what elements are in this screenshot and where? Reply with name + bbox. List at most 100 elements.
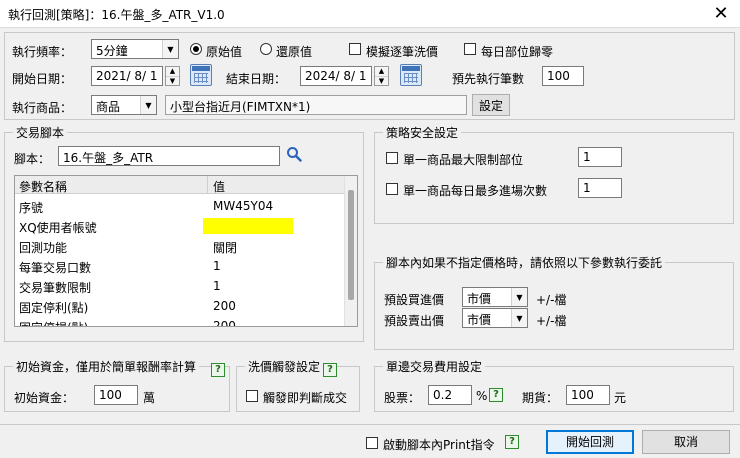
col-header-value: 值 <box>213 180 226 194</box>
capital-value: 100 <box>99 388 122 402</box>
scrollbar-thumb[interactable] <box>348 190 354 300</box>
param-value: 1 <box>213 279 221 293</box>
bars-label: 預先執行筆數 <box>452 72 525 86</box>
print-checkbox[interactable] <box>366 437 378 449</box>
cancel-button[interactable]: 取消 <box>642 430 730 454</box>
radio-original-label: 原始值 <box>206 45 243 59</box>
param-name: XQ使用者帳號 <box>19 221 97 235</box>
capital-label: 初始資金： <box>14 391 75 405</box>
buy-price-select[interactable]: 市價 ▼ <box>462 287 528 307</box>
chevron-down-icon: ▼ <box>140 96 156 114</box>
max-entries-value: 1 <box>583 181 591 195</box>
bars-field[interactable]: 100 <box>542 66 584 86</box>
safety-group: 策略安全設定 <box>374 124 734 224</box>
table-row[interactable]: 固定停損(點) 200 <box>15 316 345 327</box>
freq-value: 5分鐘 <box>96 44 128 58</box>
start-backtest-button[interactable]: 開始回測 <box>546 430 634 454</box>
stock-fee-field[interactable]: 0.2 <box>428 385 472 405</box>
product-field[interactable]: 小型台指近月(FIMTXN*1) <box>165 95 467 115</box>
param-name: 固定停損(點) <box>19 319 88 326</box>
stock-fee-unit: % <box>476 389 488 403</box>
product-label: 執行商品： <box>12 101 73 115</box>
order-group-title: 腳本內如果不指定價格時，請依照以下參數執行委託 <box>386 256 663 270</box>
max-position-field[interactable]: 1 <box>578 147 622 167</box>
start-date-value: 2021/ 8/ 1 <box>96 69 158 83</box>
capital-field[interactable]: 100 <box>94 385 138 405</box>
stock-fee-label: 股票： <box>384 391 421 405</box>
futures-fee-value: 100 <box>571 388 594 402</box>
calendar-icon[interactable] <box>190 64 212 86</box>
buy-unit: +/-檔 <box>536 293 567 307</box>
calendar-icon[interactable] <box>400 64 422 86</box>
bars-value: 100 <box>547 69 570 83</box>
wash-group-title: 洗價觸發設定 <box>248 360 321 374</box>
product-value: 小型台指近月(FIMTXN*1) <box>170 100 311 114</box>
buy-price-label: 預設買進價 <box>384 293 445 307</box>
end-date-value: 2024/ 8/ 1 <box>305 69 367 83</box>
spin-up-icon[interactable]: ▲ <box>375 67 388 77</box>
max-entries-label: 單一商品每日最多進場次數 <box>403 184 548 198</box>
sell-unit: +/-檔 <box>536 314 567 328</box>
help-icon[interactable]: ? <box>505 435 519 449</box>
freq-label: 執行頻率： <box>12 45 73 59</box>
table-row[interactable]: 回測功能 關閉 <box>15 236 345 256</box>
product-type-value: 商品 <box>96 100 121 114</box>
script-field[interactable]: 16.午盤_多_ATR <box>58 146 280 166</box>
spin-down-icon[interactable]: ▼ <box>375 77 388 86</box>
help-icon[interactable]: ? <box>211 363 225 377</box>
footer-divider <box>0 424 740 425</box>
param-value: 1 <box>213 259 221 273</box>
param-name: 回測功能 <box>19 241 68 255</box>
script-label: 腳本： <box>14 152 51 166</box>
search-icon[interactable] <box>286 146 302 162</box>
table-row[interactable]: 交易筆數限制 1 <box>15 276 345 296</box>
table-row[interactable]: XQ使用者帳號 <box>15 216 345 236</box>
fee-group-title: 單邊交易費用設定 <box>386 360 483 374</box>
table-scrollbar[interactable] <box>344 176 357 326</box>
chevron-down-icon: ▼ <box>162 40 178 58</box>
wash-trigger-checkbox[interactable] <box>246 390 258 402</box>
max-position-checkbox[interactable] <box>386 152 398 164</box>
simulate-checkbox[interactable] <box>349 43 361 55</box>
script-value: 16.午盤_多_ATR <box>63 151 154 165</box>
daily-reset-checkbox[interactable] <box>464 43 476 55</box>
max-entries-field[interactable]: 1 <box>578 178 622 198</box>
start-date-stepper[interactable]: ▲ ▼ <box>165 66 180 86</box>
window-title: 執行回測[策略]：16.午盤_多_ATR_V1.0 <box>8 8 225 22</box>
table-row[interactable]: 序號 MW45Y04 <box>15 196 345 216</box>
buy-price-value: 市價 <box>467 292 492 306</box>
param-name: 序號 <box>19 201 44 215</box>
param-value: 關閉 <box>213 241 238 255</box>
sell-price-label: 預設賣出價 <box>384 314 445 328</box>
end-date-field[interactable]: 2024/ 8/ 1 <box>300 66 372 86</box>
table-row[interactable]: 每筆交易口數 1 <box>15 256 345 276</box>
help-icon[interactable]: ? <box>489 388 503 402</box>
spin-down-icon[interactable]: ▼ <box>166 77 179 86</box>
end-date-stepper[interactable]: ▲ ▼ <box>374 66 389 86</box>
sell-price-select[interactable]: 市價 ▼ <box>462 308 528 328</box>
radio-restore[interactable] <box>260 43 272 55</box>
param-name: 固定停利(點) <box>19 301 89 315</box>
stock-fee-value: 0.2 <box>433 388 453 402</box>
safety-group-title: 策略安全設定 <box>386 126 459 140</box>
max-position-label: 單一商品最大限制部位 <box>403 153 524 167</box>
col-header-name: 參數名稱 <box>19 180 68 194</box>
capital-group-title: 初始資金，僅用於簡單報酬率計算 <box>16 360 197 374</box>
max-entries-checkbox[interactable] <box>386 183 398 195</box>
param-value: 200 <box>213 299 236 313</box>
help-icon[interactable]: ? <box>323 363 337 377</box>
set-button[interactable]: 設定 <box>472 94 510 116</box>
freq-select[interactable]: 5分鐘 ▼ <box>91 39 179 59</box>
param-table[interactable]: 參數名稱 值 序號 MW45Y04 XQ使用者帳號 回測功能 關閉 每筆交易口數… <box>14 175 358 327</box>
redacted-value <box>203 218 293 234</box>
radio-original[interactable] <box>190 43 202 55</box>
param-name: 每筆交易口數 <box>19 261 92 275</box>
close-icon[interactable]: ✕ <box>712 3 730 24</box>
chevron-down-icon: ▼ <box>511 288 527 306</box>
param-value: 200 <box>213 319 236 327</box>
table-row[interactable]: 固定停利(點) 200 <box>15 296 345 316</box>
start-date-field[interactable]: 2021/ 8/ 1 <box>91 66 163 86</box>
futures-fee-field[interactable]: 100 <box>566 385 610 405</box>
product-type-select[interactable]: 商品 ▼ <box>91 95 157 115</box>
spin-up-icon[interactable]: ▲ <box>166 67 179 77</box>
